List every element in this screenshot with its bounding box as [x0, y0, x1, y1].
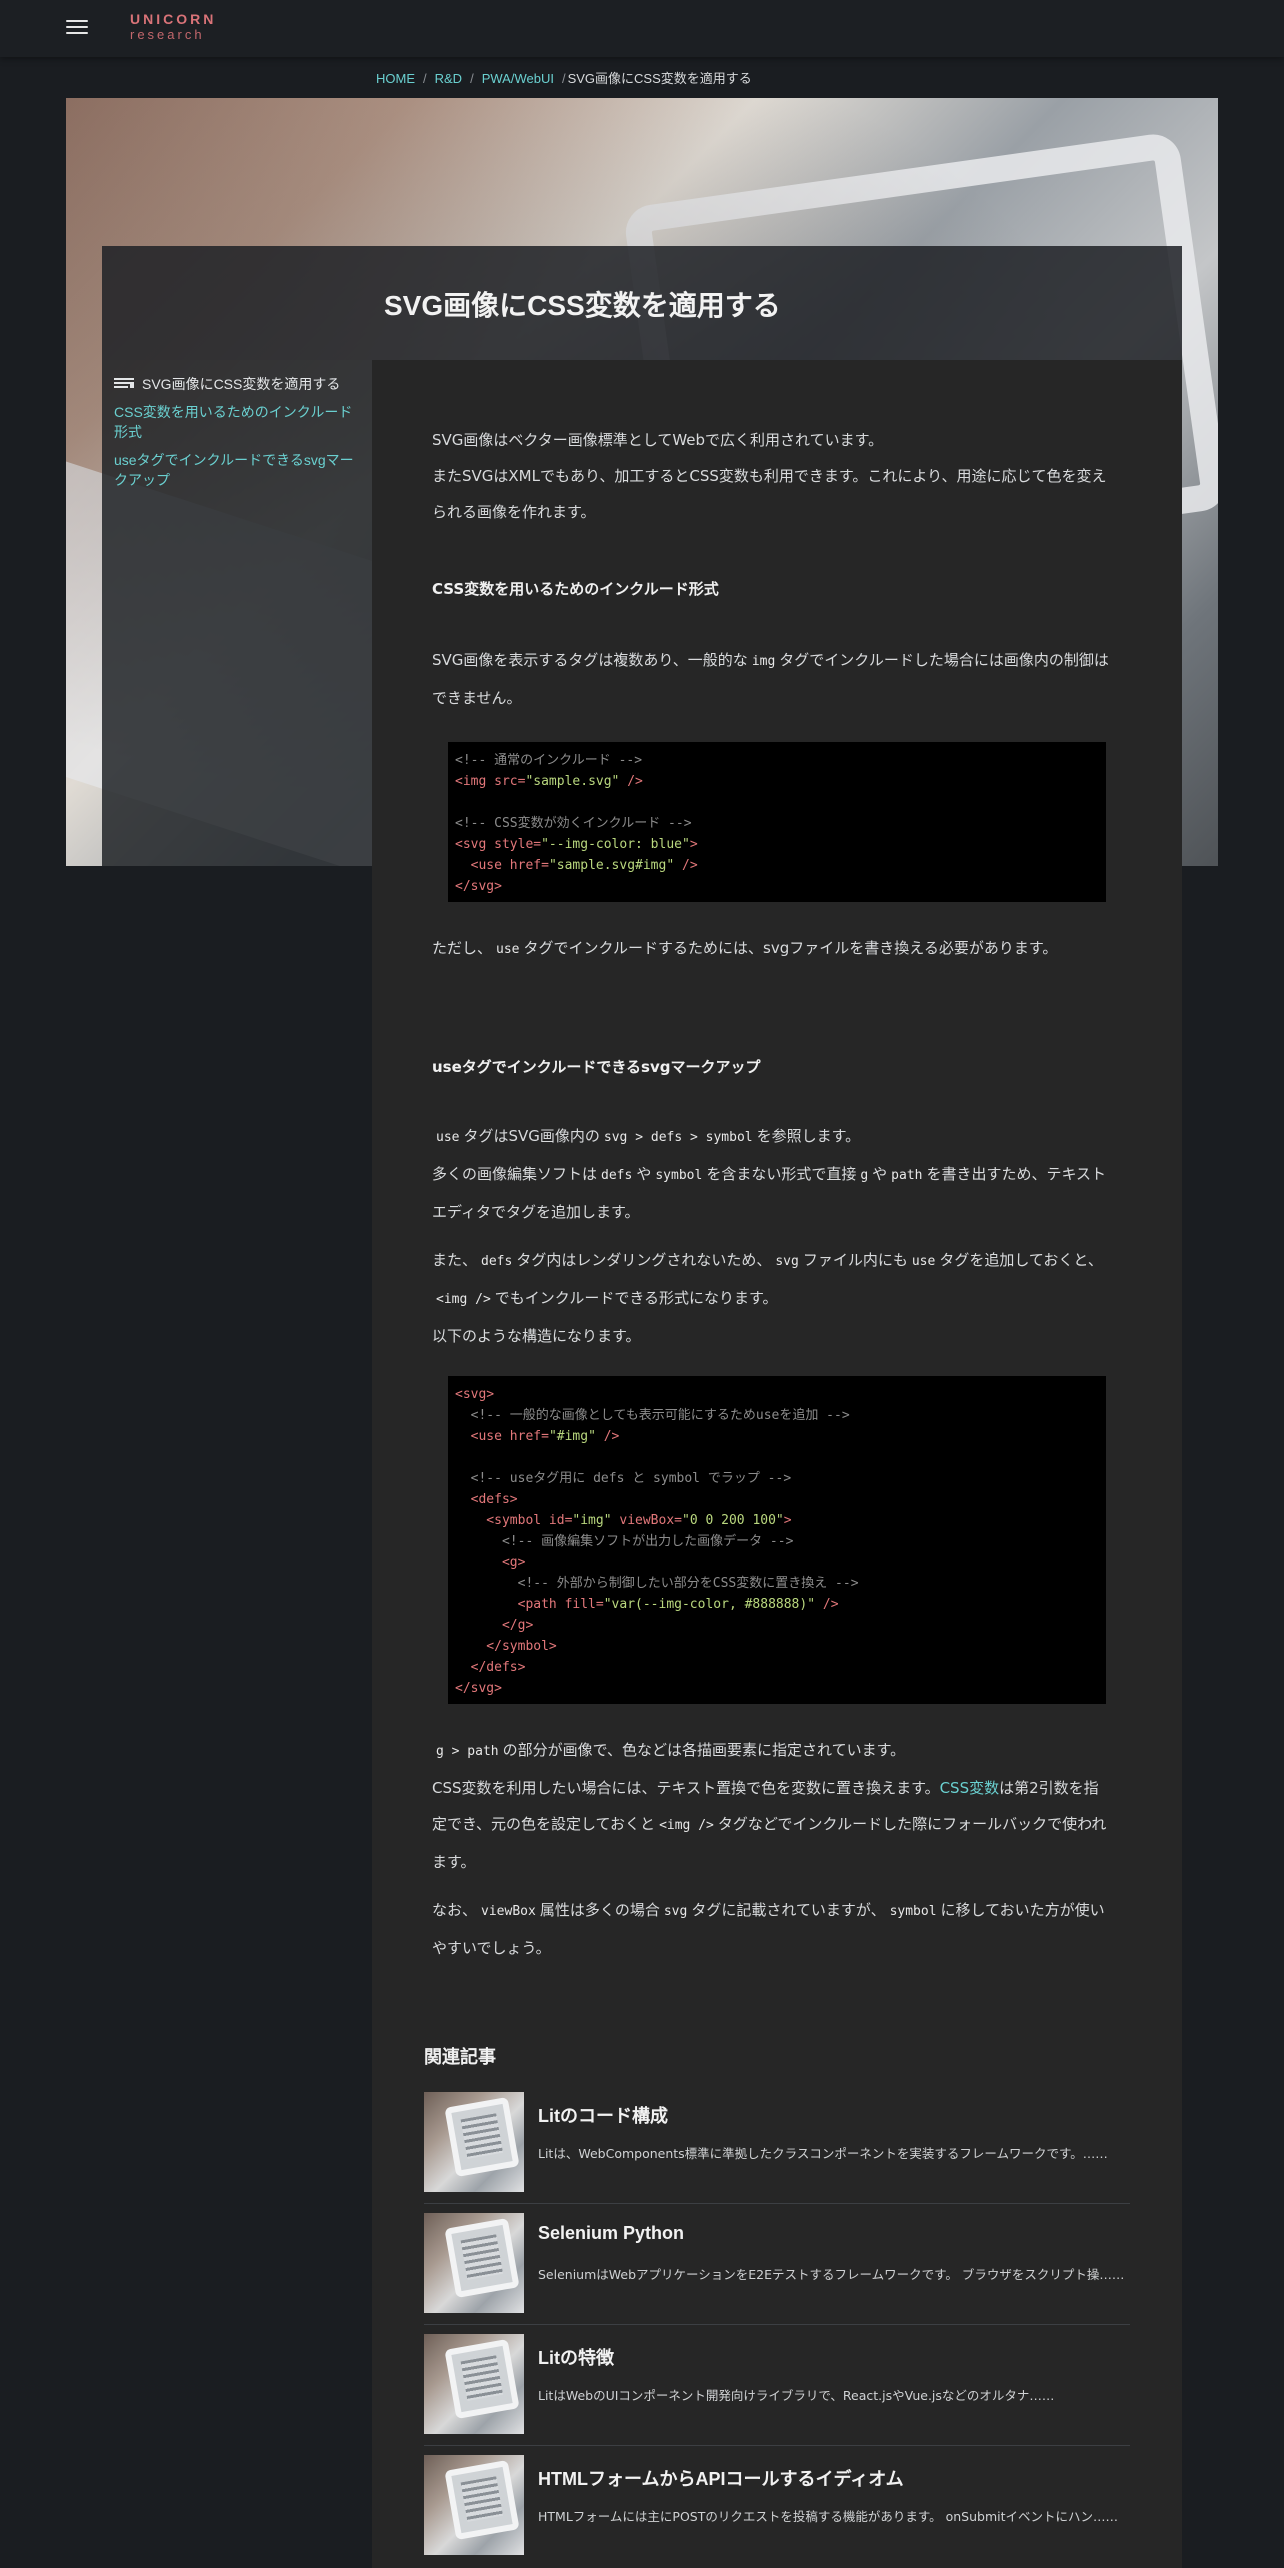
related-article-title: Litの特徴	[538, 2348, 614, 2368]
page-title: SVG画像にCSS変数を適用する	[384, 290, 781, 321]
divider	[424, 2445, 1130, 2446]
breadcrumb-separator: /	[470, 71, 474, 86]
top-bar: UNICORN research	[0, 0, 1284, 57]
css-variable-link[interactable]: CSS変数	[940, 1779, 1000, 1797]
code-block-include: <!-- 通常のインクルード --> <img src="sample.svg"…	[448, 742, 1106, 902]
paragraph: SVG画像はベクター画像標準としてWebで広く利用されています。	[432, 431, 884, 449]
related-article-card[interactable]: Selenium Python SeleniumはWebアプリケーションをE2E…	[424, 2213, 1130, 2333]
toc-item-use-tag-markup[interactable]: useタグでインクルードできるsvgマークアップ	[114, 450, 354, 490]
logo-line2: research	[130, 27, 205, 42]
toc-heading[interactable]: SVG画像にCSS変数を適用する	[114, 374, 354, 394]
breadcrumb-current: SVG画像にCSS変数を適用する	[567, 71, 752, 86]
table-of-contents: SVG画像にCSS変数を適用する CSS変数を用いるためのインクルード形式 us…	[114, 374, 354, 498]
related-article-excerpt: SeleniumはWebアプリケーションをE2Eテストするフレームワークです。 …	[538, 2267, 1125, 2282]
related-article-excerpt: HTMLフォームには主にPOSTのリクエストを投稿する機能があります。 onSu…	[538, 2509, 1118, 2524]
breadcrumb-rnd[interactable]: R&D	[435, 71, 462, 86]
toc-heading-label: SVG画像にCSS変数を適用する	[142, 376, 341, 392]
paragraph: なお、 viewBox 属性は多くの場合 svg タグに記載されていますが、 symbol…	[432, 1901, 1105, 1957]
related-article-card[interactable]: HTMLフォームからAPIコールするイディオム HTMLフォームには主にPOST…	[424, 2455, 1130, 2568]
breadcrumb-separator: /	[561, 71, 566, 86]
breadcrumb-separator: /	[423, 71, 427, 86]
related-article-title: Litのコード構成	[538, 2106, 668, 2126]
paragraph: SVG画像を表示するタグは複数あり、一般的な img タグでインクルードした場合には…	[432, 651, 1109, 707]
related-article-title: Selenium Python	[538, 2223, 685, 2243]
paragraph: ただし、 use タグでインクルードするためには、svgファイルを書き換える必要があ…	[432, 939, 1058, 957]
related-article-card[interactable]: Litの特徴 LitはWebのUIコンポーネント開発向けライブラリで、React…	[424, 2334, 1130, 2454]
code-block-svg-structure: <svg> <!-- 一般的な画像としても表示可能にするためuseを追加 -->…	[448, 1376, 1106, 1704]
article-intro: SVG画像はベクター画像標準としてWebで広く利用されています。 またSVGはX…	[432, 422, 1112, 530]
article-thumbnail	[424, 2334, 524, 2434]
toc-list-icon	[114, 378, 134, 390]
related-articles-heading: 関連記事	[424, 2047, 496, 2067]
article-thumbnail	[424, 2213, 524, 2313]
paragraph: use タグはSVG画像内の svg > defs > symbol を参照します。 …	[432, 1127, 1107, 1221]
paragraph: またSVGはXMLでもあり、加工するとCSS変数も利用できます。これにより、用途…	[432, 467, 1107, 521]
breadcrumb: HOME / R&D / PWA/WebUI / SVG画像にCSS変数を適用する	[376, 68, 752, 87]
article-thumbnail	[424, 2092, 524, 2192]
related-article-title: HTMLフォームからAPIコールするイディオム	[538, 2469, 904, 2489]
paragraph: g > path の部分が画像で、色などは各描画要素に指定されています。 CSS変…	[432, 1741, 1107, 1871]
breadcrumb-pwa-webui[interactable]: PWA/WebUI	[482, 71, 554, 86]
toc-item-include-format[interactable]: CSS変数を用いるためのインクルード形式	[114, 402, 354, 442]
paragraph: また、 defs タグ内はレンダリングされないため、 svg ファイル内にも use タグを…	[432, 1251, 1103, 1345]
article-thumbnail	[424, 2455, 524, 2555]
section-heading-include-format: CSS変数を用いるためのインクルード形式	[432, 580, 719, 598]
breadcrumb-home[interactable]: HOME	[376, 71, 415, 86]
logo-line1: UNICORN	[130, 11, 217, 27]
section-heading-use-tag-markup: useタグでインクルードできるsvgマークアップ	[432, 1058, 761, 1076]
hamburger-menu-icon[interactable]	[66, 20, 88, 36]
related-article-excerpt: Litは、WebComponents標準に準拠したクラスコンポーネントを実装する…	[538, 2146, 1108, 2161]
divider	[424, 2203, 1130, 2204]
divider	[424, 2324, 1130, 2325]
site-logo[interactable]: UNICORN research	[130, 12, 216, 41]
related-article-card[interactable]: Litのコード構成 Litは、WebComponents標準に準拠したクラスコン…	[424, 2092, 1130, 2212]
related-article-excerpt: LitはWebのUIコンポーネント開発向けライブラリで、React.jsやVue…	[538, 2388, 1055, 2403]
